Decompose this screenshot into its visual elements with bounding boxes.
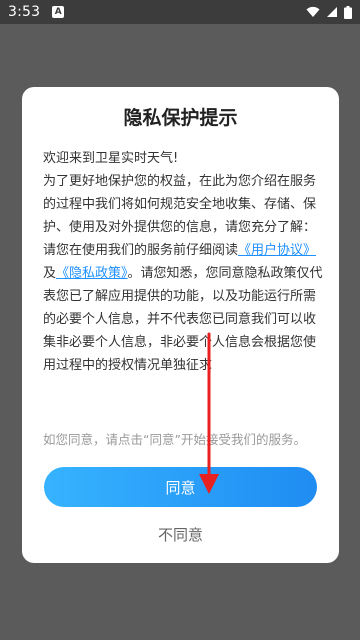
read-paragraph: 请您在使用我们的服务前仔细阅读《用户协议》及《隐私政策》。请您知悉，您同意隐私政… [43, 239, 323, 377]
wifi-icon [306, 6, 320, 17]
status-bar: 3:53 A [0, 0, 360, 24]
battery-icon [344, 5, 352, 19]
disagree-button[interactable]: 不同意 [22, 519, 339, 549]
greeting-text: 欢迎来到卫星实时天气! [43, 151, 179, 166]
consent-hint: 如您同意，请点击“同意”开始接受我们的服务。 [43, 432, 306, 447]
notification-icon-letter: A [54, 6, 62, 17]
status-icons [306, 5, 352, 19]
and-text: 及 [43, 266, 57, 281]
read-suffix: 。请您知悉，您同意隐私政策仅代表您已了解应用提供的功能，以及功能运行所需的必要个… [43, 266, 323, 373]
disagree-button-label: 不同意 [157, 525, 203, 544]
agree-button-label: 同意 [165, 478, 196, 497]
user-agreement-link[interactable]: 《用户协议》 [238, 243, 316, 258]
intro-text: 为了更好地保护您的权益，在此为您介绍在服务的过程中我们将如何规范安全地收集、存储… [43, 174, 317, 235]
read-prefix: 请您在使用我们的服务前仔细阅读 [43, 243, 239, 258]
dialog-body: 欢迎来到卫星实时天气! 为了更好地保护您的权益，在此为您介绍在服务的过程中我们将… [43, 147, 323, 377]
privacy-dialog: 隐私保护提示 欢迎来到卫星实时天气! 为了更好地保护您的权益，在此为您介绍在服务… [22, 87, 339, 563]
status-time: 3:53 [8, 4, 41, 20]
privacy-policy-link[interactable]: 《隐私政策》 [56, 266, 128, 281]
agree-button[interactable]: 同意 [44, 467, 317, 507]
signal-icon [327, 7, 337, 17]
notification-icon: A [52, 6, 65, 18]
dialog-title: 隐私保护提示 [123, 107, 238, 129]
